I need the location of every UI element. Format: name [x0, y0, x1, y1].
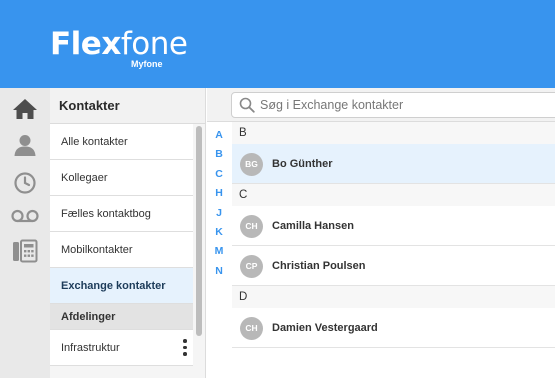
- contact-row[interactable]: BG Bo Günther: [232, 144, 555, 184]
- alphabet-letter-b[interactable]: B: [207, 145, 231, 164]
- home-icon[interactable]: [10, 94, 40, 124]
- alphabet-index: A B C H J K M N: [207, 126, 231, 281]
- contact-list: B BG Bo Günther C CH Camilla Hansen CP C…: [232, 122, 555, 348]
- contact-name: Christian Poulsen: [272, 260, 366, 272]
- alphabet-letter-m[interactable]: M: [207, 242, 231, 261]
- search-icon: [239, 97, 255, 113]
- contact-row[interactable]: CH Damien Vestergaard: [232, 308, 555, 348]
- contact-row[interactable]: CP Christian Poulsen: [232, 246, 555, 286]
- department-item-infrastructure[interactable]: Infrastruktur: [50, 330, 193, 366]
- group-header-c: C: [232, 184, 555, 206]
- avatar: BG: [240, 153, 263, 176]
- contacts-content: A B C H J K M N B BG Bo Günther C CH Cam…: [207, 88, 555, 378]
- fax-icon[interactable]: [10, 236, 40, 266]
- alphabet-letter-j[interactable]: J: [207, 204, 231, 223]
- contact-name: Damien Vestergaard: [272, 322, 378, 334]
- menu-item-colleagues[interactable]: Kollegaer: [50, 160, 193, 196]
- submenu-title: Kontakter: [50, 88, 205, 124]
- alphabet-letter-a[interactable]: A: [207, 126, 231, 145]
- group-header-b: B: [232, 122, 555, 144]
- app-header: Flexfone Myfone: [0, 0, 555, 88]
- person-icon[interactable]: [10, 130, 40, 160]
- departments-section-header: Afdelinger: [50, 304, 193, 330]
- voicemail-icon[interactable]: [10, 201, 40, 231]
- menu-item-mobile-contacts[interactable]: Mobilkontakter: [50, 232, 193, 268]
- more-options-icon[interactable]: [183, 339, 187, 357]
- group-header-d: D: [232, 286, 555, 308]
- menu-item-exchange-contacts[interactable]: Exchange kontakter: [50, 268, 193, 304]
- logo-wordmark: Flexfone: [50, 26, 188, 62]
- submenu-scrollbar[interactable]: [196, 126, 202, 336]
- search-input[interactable]: [260, 96, 550, 114]
- alphabet-letter-h[interactable]: H: [207, 184, 231, 203]
- search-bar: [207, 88, 555, 122]
- avatar: CH: [240, 317, 263, 340]
- alphabet-letter-k[interactable]: K: [207, 223, 231, 242]
- contact-row[interactable]: CH Camilla Hansen: [232, 206, 555, 246]
- menu-item-all-contacts[interactable]: Alle kontakter: [50, 124, 193, 160]
- navigation-rail: [0, 88, 50, 378]
- contacts-menu-list: Alle kontakter Kollegaer Fælles kontaktb…: [50, 124, 193, 366]
- menu-item-shared-contact-book[interactable]: Fælles kontaktbog: [50, 196, 193, 232]
- search-box[interactable]: [231, 92, 555, 118]
- contact-name: Camilla Hansen: [272, 220, 354, 232]
- department-item-label: Infrastruktur: [61, 342, 120, 354]
- alphabet-letter-c[interactable]: C: [207, 165, 231, 184]
- contact-name: Bo Günther: [272, 158, 333, 170]
- logo-subtitle: Myfone: [131, 59, 163, 69]
- contacts-submenu: Kontakter Alle kontakter Kollegaer Fælle…: [50, 88, 206, 378]
- clock-icon[interactable]: [10, 168, 40, 198]
- avatar: CP: [240, 255, 263, 278]
- flexfone-logo[interactable]: Flexfone Myfone: [50, 26, 188, 69]
- avatar: CH: [240, 215, 263, 238]
- alphabet-letter-n[interactable]: N: [207, 262, 231, 281]
